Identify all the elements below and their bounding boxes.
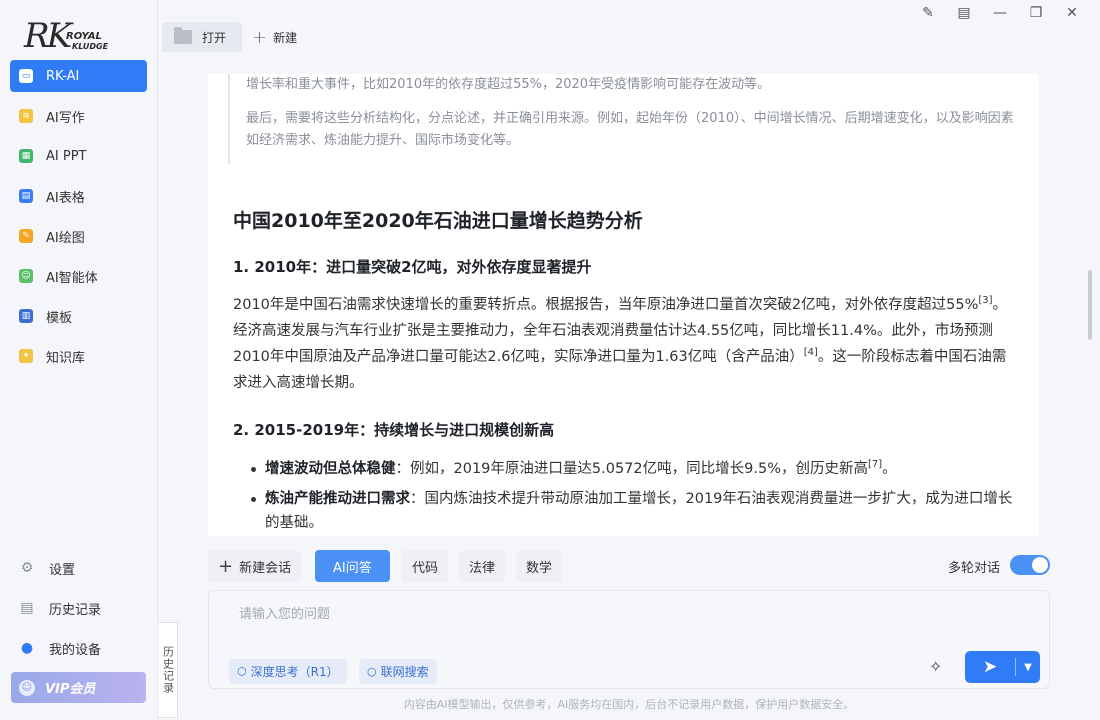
sidebar: RK ROYAL KLUDGE ▭ RK-AI ≡ AI写作 ▦ AI PPT ▤ AI表格 ✎… [0,0,158,720]
new-chat-label: 新建会话 [239,560,292,576]
sidebar-bottom-label: 历史记录 [49,602,102,618]
send-icon: ➤ [982,657,998,677]
citation-7[interactable]: [7] [868,459,882,470]
bullet-1-text: ：例如，2019年原油进口量达5.0572亿吨，同比增长9.5%，创历史新高 [395,461,868,477]
section-1-title: 1. 2010年：进口量突破2亿吨，对外依存度显著提升 [233,258,592,276]
mode-law-button[interactable]: 法律 [459,550,506,582]
device-icon: ● [20,640,34,656]
new-chat-button[interactable]: + 新建会话 [208,550,302,582]
mode-math-button[interactable]: 数学 [516,550,563,582]
send-button[interactable]: ➤ ▼ [965,651,1040,683]
web-search-chip[interactable]: ○ 联网搜索 [359,659,437,684]
question-input-box[interactable]: 请输入您的问题 ⬡ 深度思考（R1） ○ 联网搜索 ✧ ➤ ▼ [208,590,1050,689]
feedback-icon[interactable]: ▤ [946,2,982,24]
deep-think-label: 深度思考（R1） [250,665,339,679]
sidebar-item-label: 知识库 [46,350,86,366]
sidebar-bottom-label: 设置 [49,562,76,578]
mode-code-button[interactable]: 代码 [402,550,449,582]
plus-icon: + [218,555,234,577]
web-search-label: 联网搜索 [380,665,429,679]
folder-icon [174,27,192,44]
ppt-icon: ▦ [19,149,33,163]
citation-3[interactable]: [3] [978,295,992,306]
sidebar-item-0[interactable]: ▭ RK-AI [10,60,147,92]
tab-open[interactable]: 打开 [162,22,242,52]
vip-button[interactable]: ☺ VIP会员 [11,672,146,703]
tab-new[interactable]: + 新建 [252,22,297,52]
sidebar-item-label: AI智能体 [46,270,98,286]
list-item: 炼油产能推动进口需求：国内炼油技术提升带动原油加工量增长，2019年石油表观消费… [251,487,1015,535]
citation-4[interactable]: [4] [804,347,818,358]
sidebar-nav: ▭ RK-AI ≡ AI写作 ▦ AI PPT ▤ AI表格 ✎ AI绘图 ☺ AI智能体 ▥ 模板 ✦ 知识… [10,60,147,380]
sidebar-item-label: 模板 [46,310,73,326]
logo-rk: RK [24,16,72,56]
sidebar-item-label: RK-AI [46,68,80,84]
sidebar-bottom-label: 我的设备 [49,642,102,658]
sidebar-item-1[interactable]: ≡ AI写作 [10,100,147,132]
sidebar-bottom-nav: ⚙ 设置 ▤ 历史记录 ● 我的设备 [10,552,147,672]
answer-panel: 增长率和重大事件，比如2010年的依存度超过55%，2020年受疫情影响可能存在… [208,74,1039,536]
vip-icon: ☺ [19,679,35,696]
bullet-2-bold: 炼油产能推动进口需求 [265,491,410,507]
disclaimer-footer: 内容由AI模型输出，仅供参考，AI服务均在国内，后台不记录用户数据，保护用户数据… [403,698,855,711]
sidebar-bottom-item-2[interactable]: ● 我的设备 [10,632,147,664]
paint-icon: ✎ [19,229,33,243]
sidebar-bottom-item-1[interactable]: ▤ 历史记录 [10,592,147,624]
section-2-list: 增速波动但总体稳健：例如，2019年原油进口量达5.0572亿吨，同比增长9.5… [251,457,1015,536]
close-icon[interactable]: ✕ [1054,2,1090,24]
agent-icon: ☺ [19,269,33,283]
sidebar-item-label: AI表格 [46,190,85,206]
sidebar-item-label: AI写作 [46,110,85,126]
sidebar-bottom-item-0[interactable]: ⚙ 设置 [10,552,147,584]
sidebar-item-5[interactable]: ☺ AI智能体 [10,260,147,292]
magic-wand-icon[interactable]: ✧ [929,657,942,676]
question-input-placeholder: 请输入您的问题 [239,607,331,622]
chat-icon: ▭ [19,69,33,83]
mode-ai-qa-button[interactable]: AI问答 [315,550,390,582]
logo-kludge: KLUDGE [72,42,109,51]
template-icon: ▥ [19,309,33,323]
content-scrollbar[interactable] [1088,270,1092,340]
gear-icon: ⚙ [20,560,34,576]
cube-icon: ⬡ [237,665,247,678]
sidebar-item-3[interactable]: ▤ AI表格 [10,180,147,212]
sidebar-item-6[interactable]: ▥ 模板 [10,300,147,332]
sidebar-item-4[interactable]: ✎ AI绘图 [10,220,147,252]
restore-icon[interactable]: ❐ [1018,2,1054,24]
section-1-paragraph: 2010年是中国石油需求快速增长的重要转折点。根据报告，当年原油净进口量首次突破… [233,292,1013,396]
quote-paragraph-2: 最后，需要将这些分析结构化，分点论述，并正确引用来源。例如，起始年份（2010）… [246,111,1014,148]
section-1-text-a: 2010年是中国石油需求快速增长的重要转折点。根据报告，当年原油净进口量首次突破… [233,297,979,313]
doc-icon: ≡ [19,109,33,123]
vip-label: VIP会员 [45,682,96,697]
sidebar-item-label: AI绘图 [46,230,85,246]
list-item: 增速波动但总体稳健：例如，2019年原油进口量达5.0572亿吨，同比增长9.5… [251,457,1015,481]
deep-think-chip[interactable]: ⬡ 深度思考（R1） [229,659,347,684]
edit-icon[interactable]: ✎ [910,2,946,24]
bullet-1-end: 。 [882,461,897,477]
plus-icon: + [252,26,268,48]
minimize-icon[interactable]: — [982,2,1018,24]
tab-new-label: 新建 [273,30,298,45]
chevron-down-icon[interactable]: ▼ [1016,662,1040,673]
bullet-1-bold: 增速波动但总体稳健 [265,461,396,477]
multi-turn-toggle[interactable] [1010,555,1050,575]
tab-open-label: 打开 [202,30,227,45]
history-icon: ▤ [20,600,34,616]
window-controls: ✎ ▤ — ❐ ✕ [910,2,1090,24]
logo-royal: ROYAL [66,31,102,42]
sheet-icon: ▤ [19,189,33,203]
sidebar-item-7[interactable]: ✦ 知识库 [10,340,147,372]
top-bar: 打开 + 新建 ✎ ▤ — ❐ ✕ [158,0,1100,54]
multi-turn-label: 多轮对话 [947,561,1000,576]
bulb-icon: ✦ [19,349,33,363]
sidebar-item-2[interactable]: ▦ AI PPT [10,140,147,172]
sidebar-item-label: AI PPT [46,148,87,164]
brand-logo: RK ROYAL KLUDGE [22,14,122,58]
quote-paragraph-1: 增长率和重大事件，比如2010年的依存度超过55%，2020年受疫情影响可能存在… [246,77,771,92]
search-icon: ○ [367,665,377,678]
thinking-quote: 增长率和重大事件，比如2010年的依存度超过55%，2020年受疫情影响可能存在… [228,74,1018,164]
section-2-title: 2. 2015-2019年：持续增长与进口规模创新高 [233,421,555,439]
chat-toolbar: + 新建会话 AI问答 代码 法律 数学 多轮对话 [208,550,1050,582]
answer-title: 中国2010年至2020年石油进口量增长趋势分析 [233,210,643,232]
